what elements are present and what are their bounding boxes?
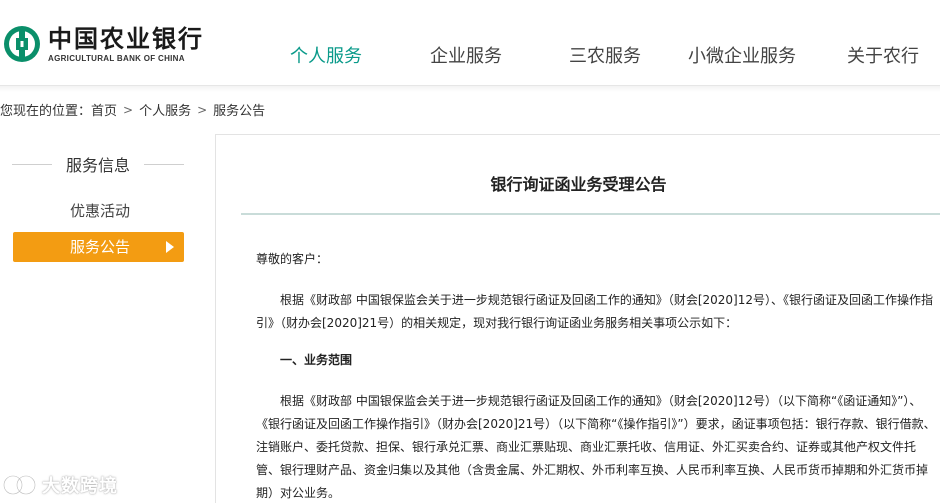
nav-corporate-services[interactable]: 企业服务 xyxy=(430,42,502,68)
article-panel: 银行询证函业务受理公告 尊敬的客户： 根据《财政部 中国银保监会关于进一步规范银… xyxy=(215,134,940,503)
breadcrumb-home[interactable]: 首页 xyxy=(91,104,117,119)
watermark-text: 大数跨境 xyxy=(42,476,118,497)
article-paragraph: 根据《财政部 中国银保监会关于进一步规范银行函证及回函工作的通知》（财会[202… xyxy=(256,293,933,330)
breadcrumb: 您现在的位置：首页 > 个人服务 > 服务公告 xyxy=(0,100,265,120)
nav-small-business-services[interactable]: 小微企业服务 xyxy=(688,42,796,68)
sidebar-item-label: 服务公告 xyxy=(70,238,131,256)
chevron-right-icon: > xyxy=(197,102,208,117)
divider xyxy=(144,163,185,165)
section-heading: 一、业务范围 xyxy=(280,353,353,367)
dashuju-logo-icon xyxy=(2,474,37,496)
sidebar-item-service-notices[interactable]: 服务公告 xyxy=(13,232,184,262)
sidebar-title: 服务信息 xyxy=(66,156,131,175)
sidebar-header: 服务信息 xyxy=(12,152,185,176)
sidebar-item-promotions[interactable]: 优惠活动 xyxy=(13,196,184,226)
sidebar-item-label: 优惠活动 xyxy=(70,202,131,220)
main-nav: 个人服务 企业服务 三农服务 小微企业服务 关于农行 xyxy=(0,42,940,68)
sidebar: 服务信息 优惠活动 服务公告 xyxy=(0,136,196,503)
nav-personal-services[interactable]: 个人服务 xyxy=(290,42,362,68)
triangle-right-icon xyxy=(166,241,174,253)
article-body: 尊敬的客户： 根据《财政部 中国银保监会关于进一步规范银行函证及回函工作的通知》… xyxy=(256,240,936,503)
breadcrumb-service-notices[interactable]: 服务公告 xyxy=(213,104,265,119)
watermark: 大数跨境 xyxy=(2,470,118,500)
article-title: 银行询证函业务受理公告 xyxy=(490,175,667,194)
article-paragraph: 根据《财政部 中国银保监会关于进一步规范银行函证及回函工作的通知》（财会[202… xyxy=(256,394,936,500)
divider xyxy=(241,213,940,215)
divider xyxy=(12,163,52,165)
nav-agriculture-services[interactable]: 三农服务 xyxy=(569,42,641,68)
header-shadow xyxy=(0,86,940,92)
article-greeting: 尊敬的客户： xyxy=(256,252,329,266)
site-header: 中国农业银行 AGRICULTURAL BANK OF CHINA 个人服务 企… xyxy=(0,0,940,86)
nav-about-abc[interactable]: 关于农行 xyxy=(847,42,919,68)
chevron-right-icon: > xyxy=(123,102,134,117)
breadcrumb-prefix: 您现在的位置： xyxy=(0,104,92,119)
breadcrumb-personal-services[interactable]: 个人服务 xyxy=(139,104,191,119)
